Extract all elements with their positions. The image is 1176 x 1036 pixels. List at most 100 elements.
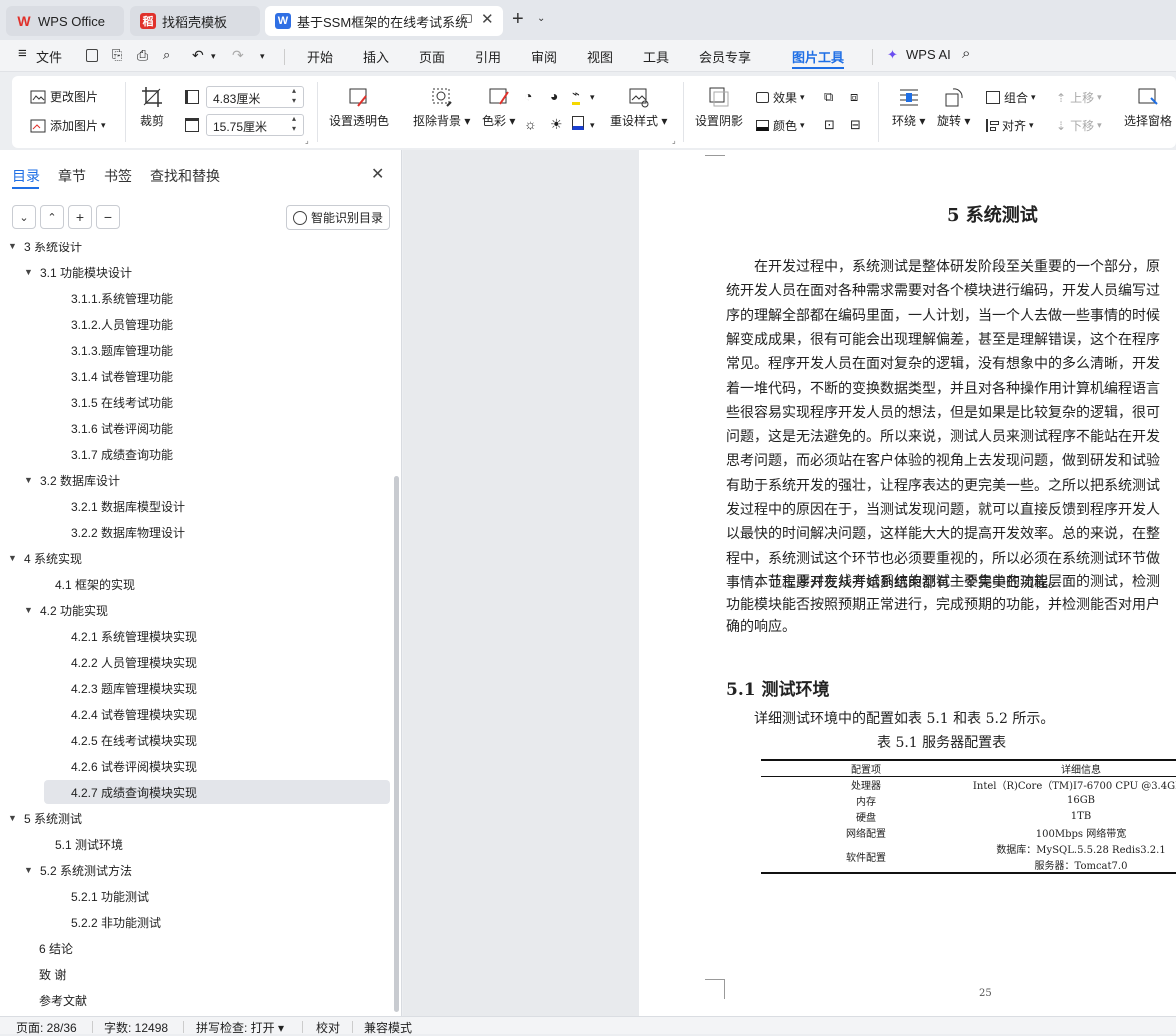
menu-reference[interactable]: 引用	[475, 47, 501, 66]
panel-tab-find-replace[interactable]: 查找和替换	[150, 166, 220, 186]
toc-item[interactable]: 3.1.4 试卷管理功能	[71, 364, 173, 388]
send-backward-icon[interactable]: ⧈	[850, 89, 858, 105]
tab-docer-templates[interactable]: 稻 找稻壳模板	[130, 6, 260, 36]
move-up-button[interactable]: ⇡ 上移 ▾	[1056, 89, 1102, 106]
toc-item[interactable]: 3.1.1.系统管理功能	[71, 286, 173, 310]
toc-item[interactable]: 4.1 框架的实现	[55, 572, 135, 596]
share-icon[interactable]: ⎘	[112, 47, 122, 63]
move-down-button[interactable]: ⇣ 下移 ▾	[1056, 117, 1102, 134]
menu-member[interactable]: 会员专享	[699, 47, 751, 66]
status-word-count[interactable]: 字数: 12498	[104, 1019, 168, 1036]
toc-item[interactable]: 3.1.7 成绩查询功能	[71, 442, 173, 466]
toc-item[interactable]: 参考文献	[39, 988, 87, 1012]
redo-icon[interactable]: ↷	[232, 47, 244, 64]
toc-scrollbar[interactable]	[394, 476, 399, 1012]
contrast-down-icon[interactable]: ☀	[550, 116, 563, 133]
chevron-down-icon[interactable]: ⌄	[537, 13, 545, 24]
menu-review[interactable]: 审阅	[531, 47, 557, 66]
toc-item[interactable]: 3.2.2 数据库物理设计	[71, 520, 185, 544]
menu-file[interactable]: 文件	[36, 47, 62, 66]
brightness-up-icon[interactable]: ◔	[524, 88, 532, 104]
chevron-down-icon[interactable]: ▾	[211, 51, 216, 62]
toc-item[interactable]: ▼ 5.2 系统测试方法	[24, 858, 132, 882]
toc-item[interactable]: 5.2.2 非功能测试	[71, 910, 161, 934]
crop-button[interactable]: 裁剪	[140, 86, 164, 129]
chevron-down-icon[interactable]: ▾	[590, 120, 595, 131]
expand-triangle-icon[interactable]: ▼	[8, 813, 24, 823]
toc-item[interactable]: 3.1.2.人员管理功能	[71, 312, 173, 336]
tab-document[interactable]: W 基于SSM框架的在线考试系统 ✕	[265, 6, 503, 36]
document-page[interactable]: 5 系统测试 在开发过程中，系统测试是整体研发阶段至关重要的一个部分，原 统开发人…	[639, 150, 1176, 1016]
align-button[interactable]: 对齐 ▾	[986, 117, 1034, 134]
toc-item[interactable]: 3.1.3.题库管理功能	[71, 338, 173, 362]
window-icon[interactable]	[461, 14, 472, 23]
wrap-button[interactable]: 环绕 ▾	[892, 86, 925, 129]
brightness-down-icon[interactable]: ☼	[524, 116, 537, 132]
toc-item[interactable]: 3.2.1 数据库模型设计	[71, 494, 185, 518]
add-heading-button[interactable]: +	[68, 205, 92, 229]
toc-item[interactable]: ▼ 3.2 数据库设计	[24, 468, 120, 492]
hamburger-icon[interactable]: ≡	[18, 45, 27, 62]
dialog-launcher-icon[interactable]: ⌟	[305, 136, 309, 145]
expand-triangle-icon[interactable]: ▼	[24, 475, 40, 485]
menu-wps-ai[interactable]: WPS AI	[906, 47, 951, 62]
toc-item[interactable]: 4.2.7 成绩查询模块实现	[44, 780, 390, 804]
change-image-button[interactable]: 更改图片	[30, 88, 98, 105]
add-image-button[interactable]: 添加图片 ▾	[30, 117, 106, 134]
toc-item[interactable]: 5.1 测试环境	[55, 832, 123, 856]
highlight-color-icon[interactable]: ⌁	[572, 86, 580, 105]
panel-tab-bookmarks[interactable]: 书签	[104, 166, 132, 186]
color-adjust-button[interactable]: 色彩 ▾	[482, 86, 515, 129]
status-proofread[interactable]: 校对	[316, 1019, 340, 1036]
toc-item[interactable]: 4.2.5 在线考试模块实现	[71, 728, 197, 752]
expand-triangle-icon[interactable]: ▼	[24, 865, 40, 875]
dialog-launcher-icon[interactable]: ⌟	[672, 136, 676, 145]
select-pane-button[interactable]: 选择窗格	[1124, 86, 1172, 129]
expand-triangle-icon[interactable]: ▼	[24, 267, 40, 277]
border-color-icon[interactable]	[572, 116, 584, 130]
expand-triangle-icon[interactable]: ▼	[8, 242, 24, 251]
panel-tab-toc[interactable]: 目录	[12, 166, 40, 186]
set-shadow-button[interactable]: 设置阴影	[695, 86, 743, 129]
menu-tools[interactable]: 工具	[643, 47, 669, 66]
set-transparent-button[interactable]: 设置透明色	[329, 86, 389, 129]
toc-item[interactable]: 致 谢	[39, 962, 66, 986]
status-page[interactable]: 页面: 28/36	[16, 1019, 77, 1036]
new-tab-icon[interactable]: +	[512, 8, 524, 31]
height-input[interactable]: 15.75厘米	[206, 114, 304, 136]
toc-item[interactable]: 4.2.6 试卷评阅模块实现	[71, 754, 197, 778]
toc-item[interactable]: 4.2.2 人员管理模块实现	[71, 650, 197, 674]
close-tab-icon[interactable]: ✕	[481, 10, 494, 28]
remove-heading-button[interactable]: −	[96, 205, 120, 229]
spin-up-down-icon[interactable]: ▴ ▾	[292, 86, 296, 106]
contrast-up-icon[interactable]: ◕	[550, 88, 558, 104]
panel-tab-chapters[interactable]: 章节	[58, 166, 86, 186]
width-input[interactable]: 4.83厘米	[206, 86, 304, 108]
wps-ai-icon[interactable]: ✦	[887, 47, 898, 63]
align-top-icon[interactable]: ⊡	[824, 117, 835, 133]
toc-item[interactable]: ▼ 3 系统设计	[8, 242, 82, 258]
toc-item[interactable]: 5.2.1 功能测试	[71, 884, 149, 908]
toc-item[interactable]: 4.2.3 题库管理模块实现	[71, 676, 197, 700]
menu-view[interactable]: 视图	[587, 47, 613, 66]
toc-item[interactable]: ▼ 4.2 功能实现	[24, 598, 108, 622]
reset-style-button[interactable]: 重设样式 ▾	[610, 86, 667, 129]
chevron-down-icon[interactable]: ▾	[260, 51, 265, 62]
effect-button[interactable]: 效果 ▾	[756, 89, 805, 106]
expand-all-button[interactable]: ⌄	[12, 205, 36, 229]
expand-triangle-icon[interactable]: ▼	[8, 553, 24, 563]
remove-background-button[interactable]: 抠除背景 ▾	[413, 86, 470, 129]
menu-picture-tools[interactable]: 图片工具	[792, 47, 844, 66]
toc-item[interactable]: 3.1.6 试卷评阅功能	[71, 416, 173, 440]
status-spell-check[interactable]: 拼写检查: 打开 ▾	[196, 1019, 284, 1036]
menu-insert[interactable]: 插入	[363, 47, 389, 66]
print-icon[interactable]: ⎙	[137, 47, 148, 64]
close-panel-icon[interactable]: ✕	[371, 164, 384, 184]
bring-forward-icon[interactable]: ⧉	[824, 89, 833, 105]
toc-item[interactable]: ▼ 3.1 功能模块设计	[24, 260, 132, 284]
expand-triangle-icon[interactable]: ▼	[24, 605, 40, 615]
save-icon[interactable]	[86, 49, 98, 62]
undo-icon[interactable]: ↶	[192, 47, 204, 64]
toc-item[interactable]: 4.2.4 试卷管理模块实现	[71, 702, 197, 726]
spin-up-down-icon[interactable]: ▴ ▾	[292, 114, 296, 134]
